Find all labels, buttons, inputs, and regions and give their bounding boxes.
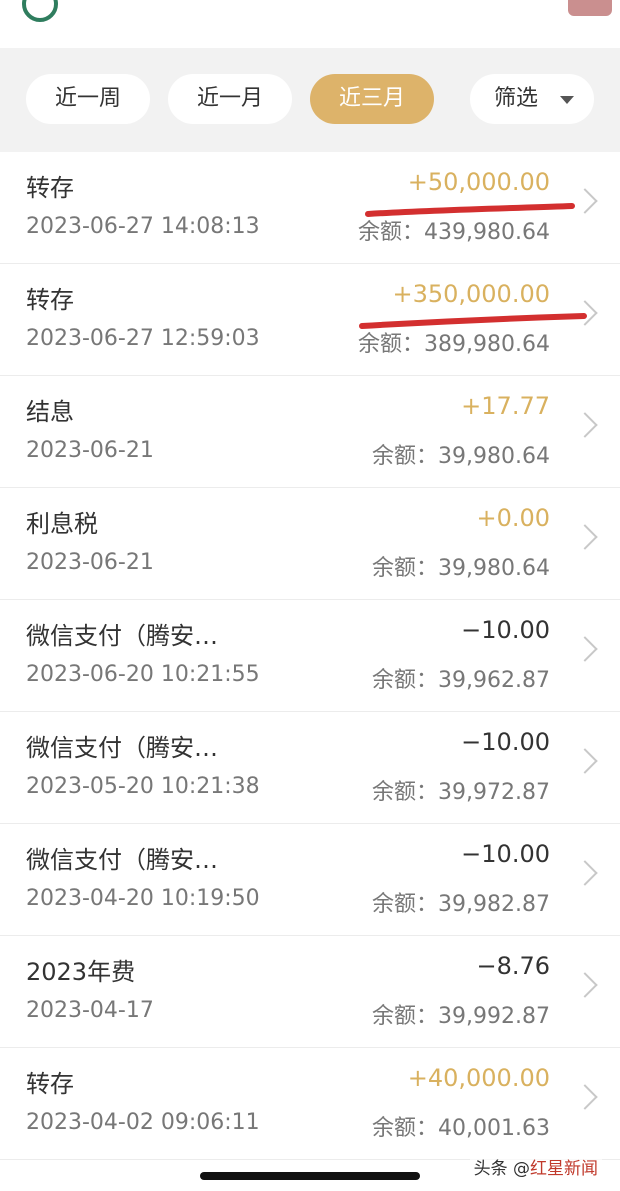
balance-value: 439,980.64 — [424, 220, 550, 245]
balance-label: 余额： — [358, 332, 425, 357]
chevron-right-icon — [572, 748, 598, 774]
transaction-row[interactable]: 转存 2023-06-27 12:59:03 +350,000.00 余额：38… — [0, 264, 620, 376]
chevron-right-icon — [572, 860, 598, 886]
transaction-row[interactable]: 结息 2023-06-21 +17.77 余额：39,980.64 — [0, 376, 620, 488]
balance-value: 39,982.87 — [438, 892, 550, 917]
transaction-balance: 余额：39,972.87 — [372, 774, 550, 806]
top-status-area — [0, 0, 620, 48]
transaction-amount: +50,000.00 — [407, 168, 550, 196]
balance-value: 39,980.64 — [438, 444, 550, 469]
avatar — [568, 0, 612, 16]
transaction-date: 2023-06-27 14:08:13 — [26, 214, 260, 239]
transaction-balance: 余额：39,982.87 — [372, 886, 550, 918]
transaction-date: 2023-04-20 10:19:50 — [26, 886, 260, 911]
balance-value: 39,980.64 — [438, 556, 550, 581]
chevron-right-icon — [572, 188, 598, 214]
transaction-balance: 余额：39,980.64 — [372, 438, 550, 470]
transaction-row[interactable]: 2023年费 2023-04-17 −8.76 余额：39,992.87 — [0, 936, 620, 1048]
transaction-date: 2023-04-17 — [26, 998, 154, 1023]
transaction-row[interactable]: 转存 2023-06-27 14:08:13 +50,000.00 余额：439… — [0, 152, 620, 264]
watermark: 头条 @红星新闻 — [469, 1152, 602, 1181]
transaction-amount: +40,000.00 — [407, 1064, 550, 1092]
balance-value: 39,962.87 — [438, 668, 550, 693]
balance-label: 余额： — [372, 892, 439, 917]
filter-dropdown[interactable]: 筛选 — [470, 74, 594, 124]
transaction-list: 转存 2023-06-27 14:08:13 +50,000.00 余额：439… — [0, 152, 620, 1160]
balance-value: 39,992.87 — [438, 1004, 550, 1029]
tab-last-three-months[interactable]: 近三月 — [310, 74, 434, 124]
balance-label: 余额： — [372, 780, 439, 805]
transaction-amount: +17.77 — [461, 392, 550, 420]
balance-label: 余额： — [372, 668, 439, 693]
balance-label: 余额： — [372, 444, 439, 469]
transaction-row[interactable]: 微信支付（腾安… 2023-04-20 10:19:50 −10.00 余额：3… — [0, 824, 620, 936]
chevron-down-icon — [560, 96, 574, 104]
chevron-right-icon — [572, 636, 598, 662]
transaction-date: 2023-06-21 — [26, 438, 154, 463]
balance-label: 余额： — [372, 556, 439, 581]
transaction-title: 微信支付（腾安… — [26, 846, 218, 874]
chevron-right-icon — [572, 300, 598, 326]
balance-value: 40,001.63 — [438, 1116, 550, 1141]
chevron-right-icon — [572, 412, 598, 438]
watermark-source: 红星新闻 — [530, 1159, 598, 1179]
transaction-title: 利息税 — [26, 510, 98, 538]
transaction-balance: 余额：39,992.87 — [372, 998, 550, 1030]
balance-label: 余额： — [358, 220, 425, 245]
transaction-title: 转存 — [26, 286, 74, 314]
transaction-amount: +0.00 — [476, 504, 550, 532]
chevron-right-icon — [572, 524, 598, 550]
balance-label: 余额： — [372, 1116, 439, 1141]
transaction-amount: −10.00 — [461, 840, 550, 868]
filter-bar: 近一周 近一月 近三月 筛选 — [0, 48, 620, 152]
chevron-right-icon — [572, 1084, 598, 1110]
transaction-amount: +350,000.00 — [392, 280, 550, 308]
transaction-date: 2023-04-02 09:06:11 — [26, 1110, 260, 1135]
transaction-balance: 余额：39,962.87 — [372, 662, 550, 694]
transaction-date: 2023-06-21 — [26, 550, 154, 575]
transaction-title: 结息 — [26, 398, 74, 426]
transaction-date: 2023-05-20 10:21:38 — [26, 774, 260, 799]
transaction-row[interactable]: 转存 2023-04-02 09:06:11 +40,000.00 余额：40,… — [0, 1048, 620, 1160]
transaction-title: 转存 — [26, 1070, 74, 1098]
filter-dropdown-label: 筛选 — [494, 86, 539, 111]
watermark-prefix: 头条 @ — [473, 1159, 530, 1179]
transaction-balance: 余额：40,001.63 — [372, 1110, 550, 1142]
transaction-title: 微信支付（腾安… — [26, 622, 218, 650]
transaction-balance: 余额：39,980.64 — [372, 550, 550, 582]
transaction-balance: 余额：439,980.64 — [358, 214, 550, 246]
transaction-row[interactable]: 利息税 2023-06-21 +0.00 余额：39,980.64 — [0, 488, 620, 600]
transaction-amount: −8.76 — [476, 952, 550, 980]
home-indicator[interactable] — [200, 1172, 420, 1180]
bank-logo-icon — [22, 0, 58, 22]
transaction-amount: −10.00 — [461, 616, 550, 644]
transaction-date: 2023-06-27 12:59:03 — [26, 326, 260, 351]
transaction-row[interactable]: 微信支付（腾安… 2023-06-20 10:21:55 −10.00 余额：3… — [0, 600, 620, 712]
transaction-date: 2023-06-20 10:21:55 — [26, 662, 260, 687]
transaction-title: 2023年费 — [26, 958, 136, 986]
balance-label: 余额： — [372, 1004, 439, 1029]
transaction-title: 微信支付（腾安… — [26, 734, 218, 762]
balance-value: 39,972.87 — [438, 780, 550, 805]
chevron-right-icon — [572, 972, 598, 998]
transaction-title: 转存 — [26, 174, 74, 202]
tab-last-week[interactable]: 近一周 — [26, 74, 150, 124]
transaction-balance: 余额：389,980.64 — [358, 326, 550, 358]
transaction-row[interactable]: 微信支付（腾安… 2023-05-20 10:21:38 −10.00 余额：3… — [0, 712, 620, 824]
tab-last-month[interactable]: 近一月 — [168, 74, 292, 124]
transaction-amount: −10.00 — [461, 728, 550, 756]
balance-value: 389,980.64 — [424, 332, 550, 357]
